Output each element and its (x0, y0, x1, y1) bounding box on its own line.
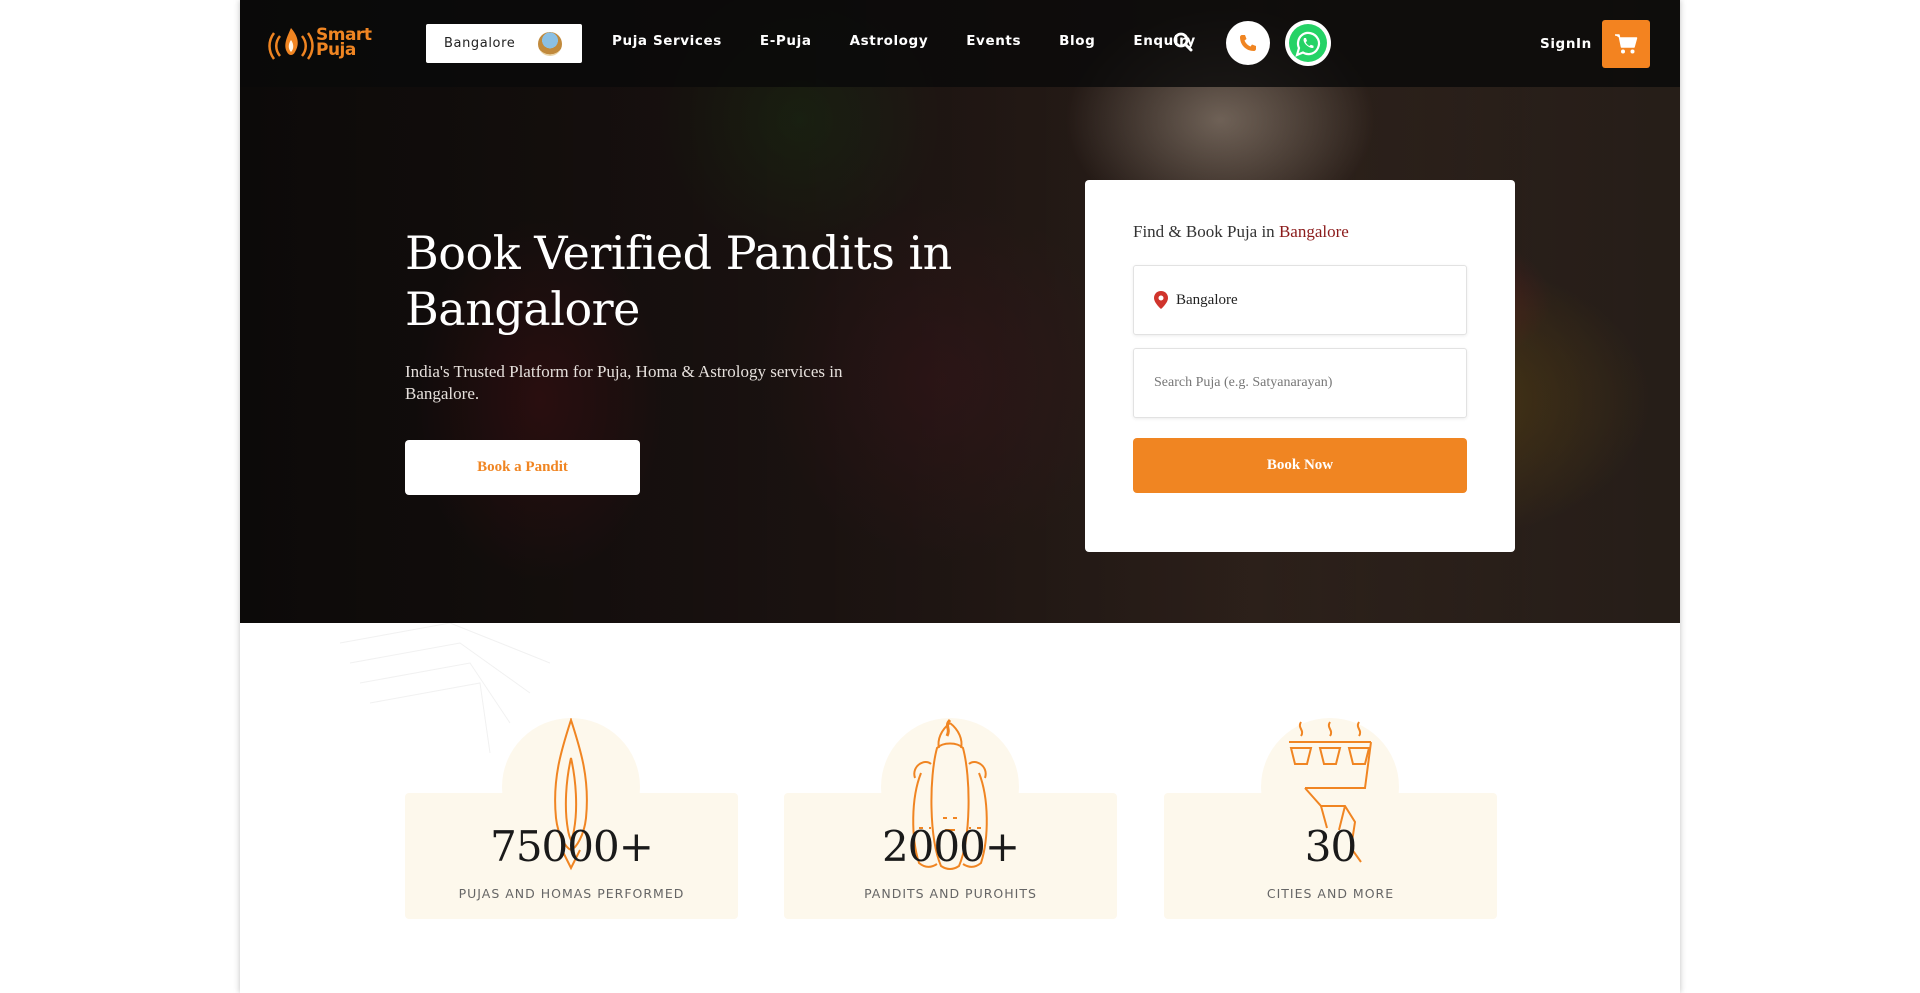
whatsapp-icon (1289, 24, 1327, 62)
logo[interactable]: Smart Puja (268, 22, 378, 64)
location-field[interactable] (1133, 265, 1467, 335)
nav-link-blog[interactable]: Blog (1059, 33, 1095, 49)
puja-search-field[interactable] (1133, 348, 1467, 418)
nav-link-astrology[interactable]: Astrology (850, 33, 929, 49)
hero-title: Book Verified Pandits in Bangalore (405, 226, 952, 336)
booking-card-title: Find & Book Puja in Bangalore (1133, 222, 1349, 242)
stat-label-pujas: PUJAS AND HOMAS PERFORMED (458, 886, 685, 901)
stat-value-pujas: 75000+ (490, 822, 654, 871)
stat-value-pandits: 2000+ (881, 822, 1020, 871)
book-now-button[interactable]: Book Now (1133, 438, 1467, 493)
call-button[interactable] (1226, 21, 1270, 65)
nav-links: Puja Services E-Puja Astrology Events Bl… (612, 33, 1234, 49)
cart-button[interactable] (1602, 20, 1650, 68)
booking-title-prefix: Find & Book Puja in (1133, 222, 1275, 241)
stat-value-cities: 30 (1304, 822, 1357, 871)
stat-label-pandits: PANDITS AND PUROHITS (864, 886, 1037, 901)
booking-title-city: Bangalore (1278, 222, 1349, 241)
city-selector-label: Bangalore (444, 36, 516, 51)
city-selector[interactable]: Bangalore (426, 24, 582, 63)
signin-link[interactable]: SignIn (1540, 36, 1592, 52)
flame-logo-icon (268, 28, 314, 60)
location-pin-icon (1154, 291, 1168, 309)
nav-link-events[interactable]: Events (966, 33, 1021, 49)
book-a-pandit-button[interactable]: Book a Pandit (405, 440, 640, 495)
phone-icon (1240, 35, 1256, 51)
booking-card: Find & Book Puja in Bangalore Book Now (1085, 180, 1515, 552)
puja-search-input[interactable] (1154, 375, 1434, 391)
city-image-icon (538, 32, 562, 56)
search-icon[interactable] (1173, 32, 1193, 52)
logo-text: Smart Puja (316, 27, 372, 60)
page: Smart Puja Bangalore Puja Services E-Puj… (240, 0, 1680, 993)
nav-link-e-puja[interactable]: E-Puja (760, 33, 812, 49)
nav-link-puja-services[interactable]: Puja Services (612, 33, 722, 49)
whatsapp-button[interactable] (1285, 20, 1331, 66)
top-navbar: Smart Puja Bangalore Puja Services E-Puj… (240, 0, 1680, 87)
cart-icon (1615, 34, 1638, 54)
logo-text-line2: Puja (316, 40, 356, 60)
location-input[interactable] (1176, 291, 1456, 309)
hero-subtitle: India's Trusted Platform for Puja, Homa … (405, 362, 843, 403)
stat-label-cities: CITIES AND MORE (1266, 886, 1395, 901)
